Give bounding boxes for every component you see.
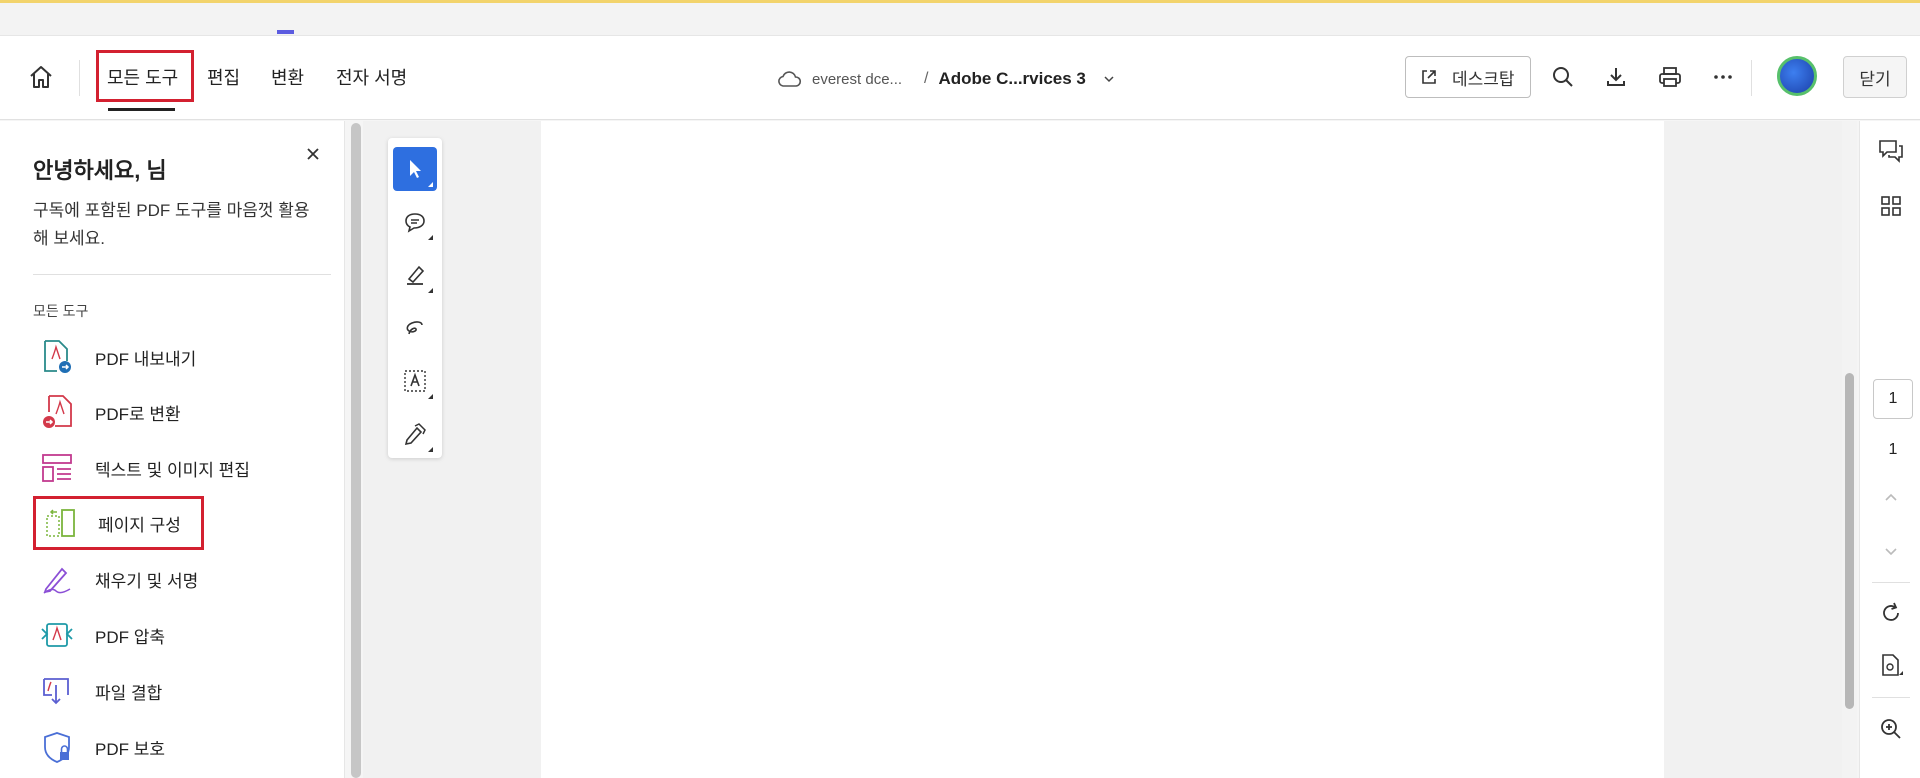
panel-description: 구독에 포함된 PDF 도구를 마음껏 활용해 보세요. [33,201,310,248]
text-box-tool-button[interactable] [393,359,437,403]
tool-protect-pdf[interactable]: PDF 보호 [33,723,323,771]
fill-sign-icon [33,559,81,599]
zoom-in-icon[interactable] [1875,713,1907,745]
divider [1872,697,1910,698]
draw-tool-button[interactable] [393,306,437,350]
document-title[interactable]: Adobe C...rvices 3 [939,69,1086,89]
quick-tools-toolbar [388,138,442,458]
submenu-indicator [428,235,433,240]
compress-pdf-icon [33,615,81,655]
tab-convert[interactable]: 변환 [271,64,304,92]
tool-combine-files[interactable]: 파일 결합 [33,667,323,715]
close-button[interactable]: 닫기 [1843,56,1907,98]
submenu-indicator [428,447,433,452]
tab-e-sign[interactable]: 전자 서명 [336,64,407,92]
draw-icon [406,321,423,335]
tool-label: 페이지 구성 [98,515,181,535]
tab-edit[interactable]: 편집 [207,64,240,92]
breadcrumb: everest dce... / Adobe C...rvices 3 [776,66,1116,92]
tool-edit-text-image[interactable]: 텍스트 및 이미지 편집 [33,444,323,492]
combine-files-icon [33,671,81,711]
close-icon[interactable] [302,143,324,165]
chevron-down-icon[interactable] [1102,72,1116,86]
document-page[interactable] [541,121,1664,778]
tool-label: PDF 내보내기 [95,349,197,369]
rotate-icon[interactable] [1875,597,1907,629]
page-options-icon[interactable] [1875,650,1907,682]
header-divider [1751,60,1752,96]
active-tab-underline [108,108,175,111]
cloud-icon [778,71,802,87]
avatar[interactable] [1777,56,1817,96]
sign-tool-button[interactable] [393,412,437,456]
tab-indicator [277,30,294,34]
highlight-icon [407,265,425,285]
tool-convert-to-pdf[interactable]: PDF로 변환 [33,388,323,436]
tool-label: 채우기 및 서명 [95,571,199,591]
comments-icon[interactable] [1875,135,1907,167]
browser-tab-strip [0,3,1920,36]
divider [1872,582,1910,583]
external-link-icon [1422,70,1436,84]
comment-tool-button[interactable] [393,200,437,244]
thumbnails-icon[interactable] [1875,190,1907,222]
submenu-indicator [428,394,433,399]
breadcrumb-separator: / [924,70,929,87]
section-label: 모든 도구 [33,303,89,319]
submenu-indicator [428,182,433,187]
left-panel-scrollbar[interactable] [351,123,361,778]
tab-all-tools[interactable]: 모든 도구 [96,50,194,111]
tool-label: 파일 결합 [95,683,163,703]
current-page-input[interactable]: 1 [1873,379,1913,419]
document-scrollbar[interactable] [1842,121,1857,778]
breadcrumb-folder[interactable]: everest dce... [812,71,902,88]
tab-label: 편집 [207,68,241,88]
submenu-indicator [428,288,433,293]
tool-label: PDF로 변환 [95,404,181,424]
more-icon[interactable] [1708,62,1738,92]
tab-label: 변환 [271,68,305,88]
page-up-icon[interactable] [1875,481,1907,513]
desktop-button-label: 데스크탑 [1452,69,1515,89]
pdf-export-icon [33,337,81,377]
all-tools-panel: 안녕하세요, 님 구독에 포함된 PDF 도구를 마음껏 활용해 보세요. 모든… [0,121,345,778]
comment-icon [405,213,425,233]
organize-pages-icon [36,503,84,543]
tool-export-pdf[interactable]: PDF 내보내기 [33,333,323,381]
open-desktop-button[interactable]: 데스크탑 [1405,56,1531,98]
tool-fill-sign[interactable]: 채우기 및 서명 [33,555,323,603]
header-divider [79,60,80,96]
sign-icon [404,423,426,446]
home-icon[interactable] [26,62,56,92]
pdf-convert-icon [33,392,81,432]
highlight-tool-button[interactable] [393,253,437,297]
print-icon[interactable] [1655,62,1685,92]
search-icon[interactable] [1548,62,1578,92]
text-box-icon [404,370,426,392]
protect-pdf-icon [33,727,81,767]
tool-compress-pdf[interactable]: PDF 압축 [33,611,323,659]
greeting-heading: 안녕하세요, 님 [33,158,167,183]
app-header: 모든 도구 편집 변환 전자 서명 everest dce... / Adobe… [0,36,1920,120]
select-icon [410,160,421,178]
right-rail: 1 1 [1859,121,1920,778]
tab-label: 전자 서명 [336,68,408,88]
divider [33,274,331,275]
tool-label: PDF 보호 [95,739,166,759]
tool-organize-pages[interactable]: 페이지 구성 [33,496,204,550]
tool-label: PDF 압축 [95,627,166,647]
select-tool-button[interactable] [393,147,437,191]
scrollbar-thumb[interactable] [1845,373,1854,709]
highlight-box [96,50,194,102]
page-down-icon[interactable] [1875,535,1907,567]
edit-text-image-icon [33,448,81,488]
total-pages: 1 [1888,441,1898,458]
tool-label: 텍스트 및 이미지 편집 [95,460,250,480]
download-icon[interactable] [1601,62,1631,92]
